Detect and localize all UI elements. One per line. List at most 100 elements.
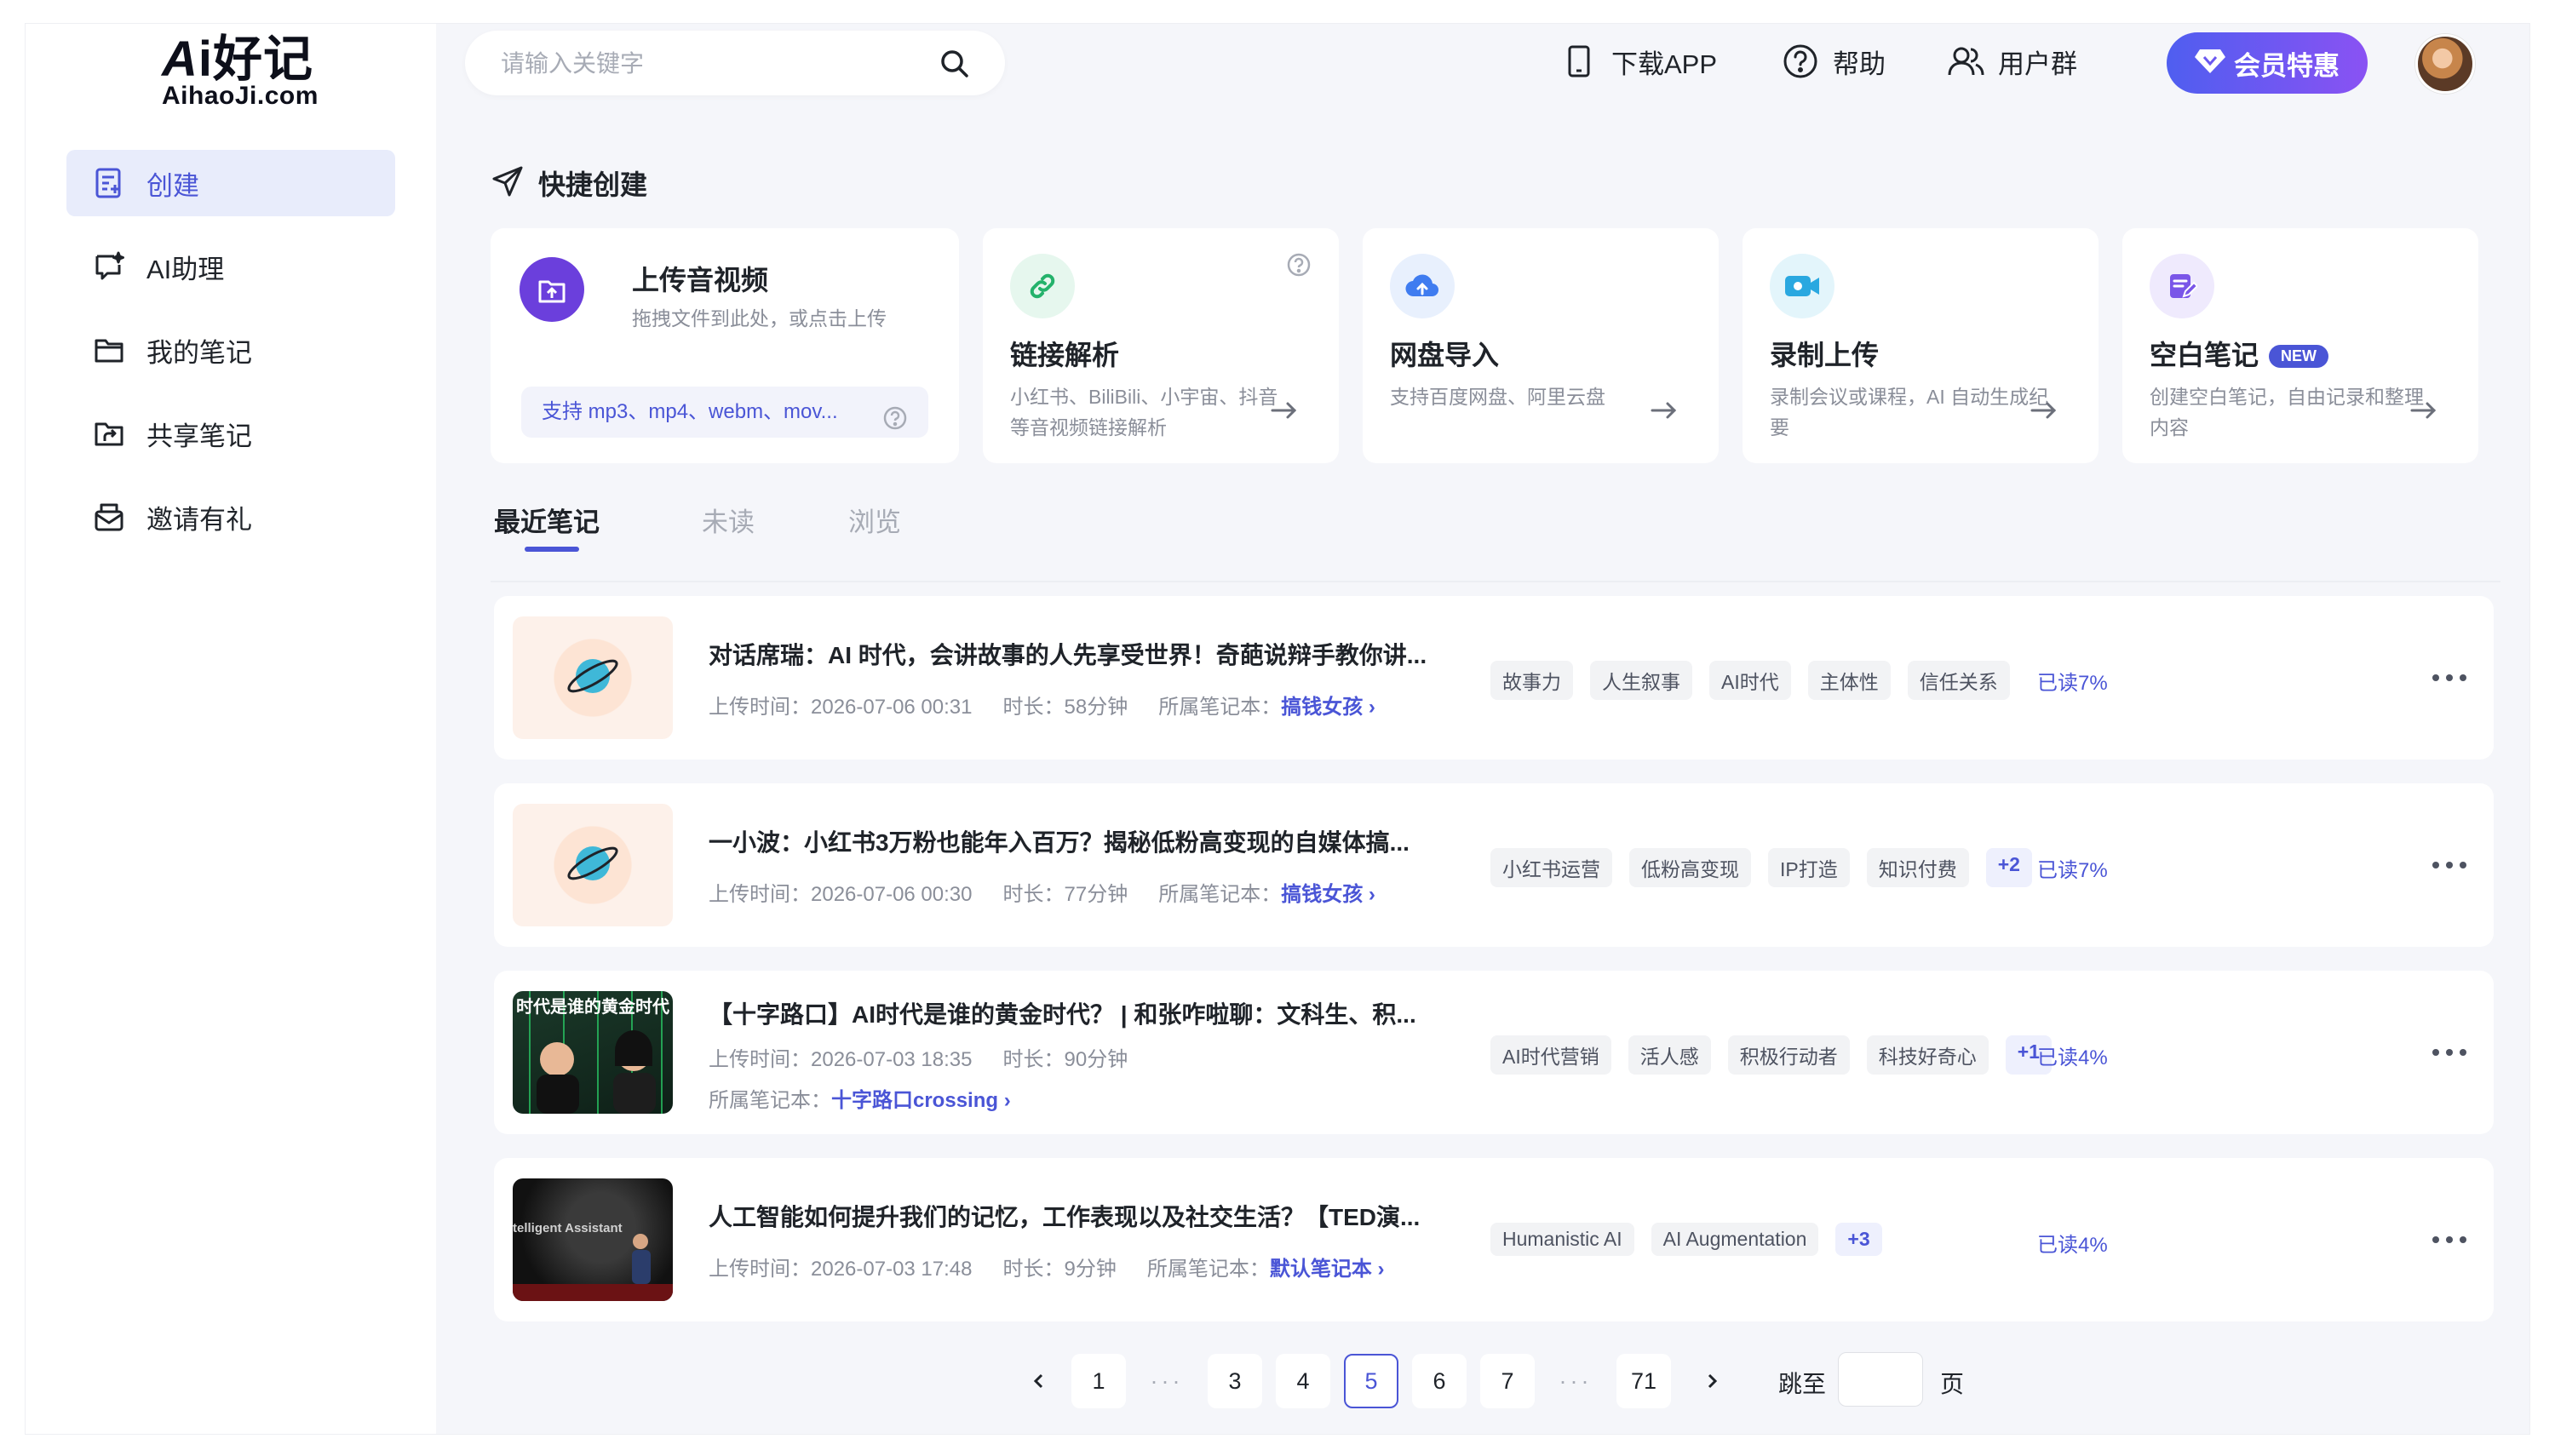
note-title[interactable]: 一小波：小红书3万粉也能年入百万？揭秘低粉高变现的自媒体搞... [709, 824, 1410, 858]
more-options-icon[interactable] [2429, 1223, 2470, 1257]
note-title[interactable]: 【十字路口】AI时代是谁的黄金时代？ | 和张咋啦聊：文科生、积... [709, 996, 1416, 1030]
video-camera-icon [1770, 254, 1834, 318]
upload-time-label: 上传时间： [709, 696, 811, 719]
upload-card-desc: 拖拽文件到此处，或点击上传 [632, 307, 887, 330]
logo-sub: AihaoJi.com [162, 82, 319, 110]
tag[interactable]: 科技好奇心 [1866, 1035, 1989, 1075]
page-button[interactable]: 7 [1480, 1354, 1535, 1408]
note-title[interactable]: 人工智能如何提升我们的记忆，工作表现以及社交生活？【TED演... [709, 1199, 1420, 1233]
tag[interactable]: 信任关系 [1907, 661, 2010, 700]
note-row[interactable]: 一小波：小红书3万粉也能年入百万？揭秘低粉高变现的自媒体搞... 上传时间：20… [494, 783, 2494, 947]
next-page-button[interactable] [1685, 1354, 1739, 1408]
page-ellipsis[interactable]: ··· [1548, 1354, 1603, 1408]
tag[interactable]: 小红书运营 [1490, 848, 1612, 887]
blank-note-title: 空白笔记 NEW [2150, 334, 2329, 373]
help-circle-icon[interactable] [882, 399, 908, 430]
search-box [465, 31, 1005, 95]
page-button[interactable]: 6 [1412, 1354, 1467, 1408]
tag[interactable]: IP打造 [1768, 848, 1850, 887]
notebook-link[interactable]: 默认笔记本 [1270, 1258, 1372, 1281]
tag[interactable]: AI时代营销 [1490, 1035, 1611, 1075]
note-meta: 上传时间：2026-07-03 17:48 时长：9分钟 所属笔记本：默认笔记本 › [709, 1252, 1385, 1281]
search-icon[interactable] [939, 48, 971, 80]
tab-browsed[interactable]: 浏览 [848, 501, 901, 539]
logo-i: i [198, 32, 214, 87]
note-row[interactable]: telligent Assistant 人工智能如何提升我们的记忆，工作表现以及… [494, 1158, 2494, 1321]
avatar[interactable] [2415, 34, 2475, 94]
tag[interactable]: AI时代 [1709, 661, 1791, 700]
tab-recent-notes[interactable]: 最近笔记 [494, 501, 600, 539]
sidebar-item-ai-assistant[interactable]: AI助理 [66, 233, 395, 300]
vip-offer-button[interactable]: 会员特惠 [2167, 32, 2368, 94]
page-ellipsis[interactable]: ··· [1140, 1354, 1194, 1408]
note-meta: 上传时间：2026-07-06 00:30 时长：77分钟 所属笔记本：搞钱女孩 › [709, 877, 1375, 907]
page-button[interactable]: 4 [1276, 1354, 1330, 1408]
more-options-icon[interactable] [2429, 848, 2470, 882]
record-upload-card[interactable]: 录制上传 录制会议或课程，AI 自动生成纪要 [1743, 228, 2099, 463]
send-icon [491, 164, 525, 203]
read-progress: 已读4% [2037, 1046, 2108, 1069]
tag[interactable]: 主体性 [1807, 661, 1891, 700]
user-group-button[interactable]: 用户群 [1945, 41, 2077, 82]
notebook-link[interactable]: 搞钱女孩 [1281, 696, 1363, 719]
chevron-right-icon: › [998, 1089, 1011, 1112]
tag[interactable]: 故事力 [1490, 661, 1573, 700]
more-options-icon[interactable] [2429, 661, 2470, 695]
blank-note-card[interactable]: 空白笔记 NEW 创建空白笔记，自由记录和整理内容 [2122, 228, 2478, 463]
help-label: 帮助 [1833, 49, 1886, 79]
note-thumbnail: 时代是谁的黄金时代 [513, 991, 673, 1114]
sidebar-item-label: 我的笔记 [146, 337, 252, 368]
logo-cn: 好记 [213, 32, 314, 87]
cloud-import-card[interactable]: 网盘导入 支持百度网盘、阿里云盘 [1363, 228, 1719, 463]
arrow-right-icon [1647, 393, 1681, 427]
tag[interactable]: Humanistic AI [1490, 1223, 1634, 1256]
tag[interactable]: 人生叙事 [1590, 661, 1692, 700]
read-progress: 已读4% [2037, 1234, 2108, 1257]
notebook-link[interactable]: 十字路口crossing [831, 1089, 998, 1112]
tag[interactable]: 低粉高变现 [1629, 848, 1751, 887]
prev-page-button[interactable] [1012, 1354, 1066, 1408]
sidebar-item-create[interactable]: 创建 [66, 150, 395, 216]
sidebar-item-invite[interactable]: 邀请有礼 [66, 484, 395, 550]
sidebar-item-label: 共享笔记 [146, 421, 252, 451]
duration: 58分钟 [1064, 696, 1128, 719]
help-button[interactable]: 帮助 [1780, 41, 1886, 82]
tag-list: 故事力 人生叙事 AI时代 主体性 信任关系 [1490, 661, 2027, 700]
more-tags-badge[interactable]: +2 [1985, 848, 2032, 887]
tag[interactable]: 活人感 [1628, 1035, 1711, 1075]
link-parse-title: 链接解析 [1010, 340, 1120, 370]
tab-unread[interactable]: 未读 [702, 501, 755, 539]
more-options-icon[interactable] [2429, 1035, 2470, 1069]
jump-page-input[interactable] [1838, 1352, 1923, 1407]
upload-card-title: 上传音视频 [632, 265, 769, 295]
diamond-icon [2195, 48, 2225, 79]
tag-list: AI时代营销 活人感 积极行动者 科技好奇心 +1 [1490, 1035, 2069, 1075]
create-note-icon [92, 166, 126, 200]
page-button[interactable]: 71 [1616, 1354, 1671, 1408]
tag[interactable]: 知识付费 [1866, 848, 1969, 887]
help-circle-icon[interactable] [1286, 252, 1312, 278]
note-row[interactable]: 时代是谁的黄金时代 【十字路口】AI时代是谁的黄金时代？ | 和张咋啦聊：文科生… [494, 971, 2494, 1134]
note-title[interactable]: 对话席瑞：AI 时代，会讲故事的人先享受世界！奇葩说辩手教你讲... [709, 637, 1427, 671]
link-icon [1010, 254, 1075, 318]
page-button[interactable]: 1 [1071, 1354, 1126, 1408]
sidebar-item-my-notes[interactable]: 我的笔记 [66, 317, 395, 383]
supported-formats[interactable]: 支持 mp3、mp4、webm、mov... [521, 387, 928, 438]
sidebar-item-label: AI助理 [146, 254, 225, 284]
page-button-current[interactable]: 5 [1344, 1354, 1398, 1408]
notebook-link[interactable]: 搞钱女孩 [1281, 883, 1363, 906]
download-app-button[interactable]: 下载APP [1559, 41, 1717, 82]
more-tags-badge[interactable]: +3 [1835, 1223, 1882, 1256]
upload-file-icon [520, 257, 584, 322]
upload-card[interactable]: 上传音视频 拖拽文件到此处，或点击上传 支持 mp3、mp4、webm、mov.… [491, 228, 959, 463]
sidebar-item-shared-notes[interactable]: 共享笔记 [66, 400, 395, 467]
tag[interactable]: AI Augmentation [1651, 1223, 1819, 1256]
quick-create-header: 快捷创建 [491, 163, 647, 203]
cloud-import-title: 网盘导入 [1390, 340, 1500, 370]
link-parse-card[interactable]: 链接解析 小红书、BiliBili、小宇宙、抖音等音视频链接解析 [983, 228, 1339, 463]
note-row[interactable]: 对话席瑞：AI 时代，会讲故事的人先享受世界！奇葩说辩手教你讲... 上传时间：… [494, 596, 2494, 760]
logo[interactable]: Ai好记 AihaoJi.com [136, 29, 341, 114]
search-input[interactable] [499, 44, 928, 83]
tag[interactable]: 积极行动者 [1727, 1035, 1850, 1075]
page-button[interactable]: 3 [1208, 1354, 1262, 1408]
